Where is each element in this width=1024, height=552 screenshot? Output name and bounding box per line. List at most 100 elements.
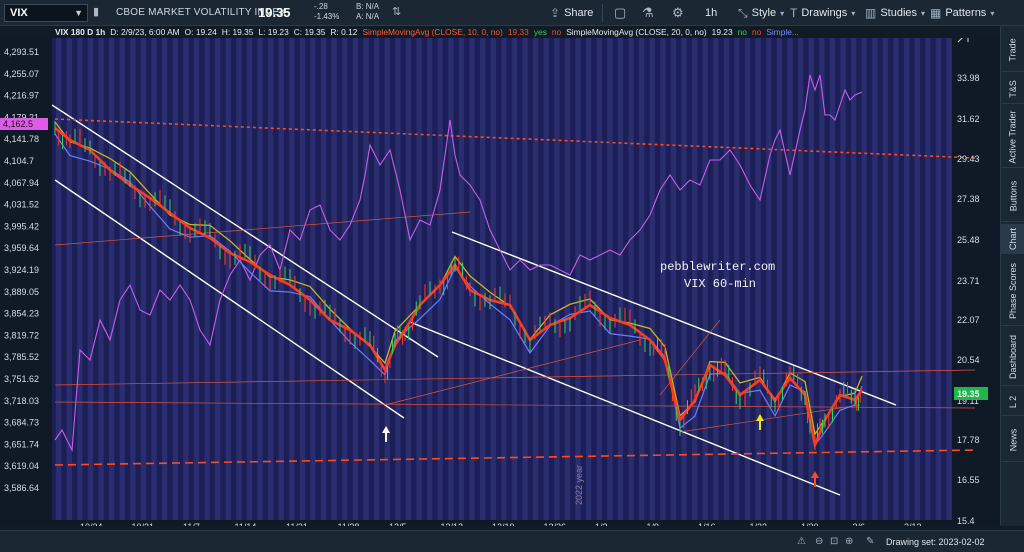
sidebar-tab-t-s[interactable]: T&S <box>1001 74 1024 104</box>
left-axis-tick: 4,031.52 <box>4 200 39 210</box>
drawing-tool-icon: T <box>790 6 798 20</box>
sidebar-tab-trade[interactable]: Trade <box>1001 28 1024 72</box>
clipboard-icon[interactable]: ▢ <box>614 5 626 21</box>
legend-sma10-value: 19.33 <box>507 27 529 37</box>
left-axis-tick: 3,586.64 <box>4 483 39 493</box>
legend-sma10-no: no <box>551 27 562 37</box>
price-chart[interactable]: pebblewriter.com VIX 60-min 2022 year 4,… <box>0 38 1000 526</box>
legend-sma10-yes: yes <box>533 27 547 37</box>
left-axis-tick: 4,141.78 <box>4 134 39 144</box>
right-axis-tick: 16.55 <box>957 475 980 485</box>
right-axis-tick: 33.98 <box>957 73 980 83</box>
chevron-down-icon: ▾ <box>780 8 785 18</box>
time-axis-tick: 1/30 <box>801 522 819 526</box>
right-axis-tick: 25.48 <box>957 235 980 245</box>
vix-price-badge-text: 19.35 <box>957 389 980 399</box>
bid-value: B: N/A <box>356 2 380 11</box>
legend-high: H: 19.35 <box>221 27 254 37</box>
drawing-set-label[interactable]: Drawing set: 2023-02-02 <box>886 537 985 547</box>
time-axis-tick: 12/5 <box>389 522 407 526</box>
sidebar-tab-phase-scores[interactable]: Phase Scores <box>1001 256 1024 326</box>
legend-low: L: 19.23 <box>258 27 289 37</box>
right-axis-tick: 23.71 <box>957 276 980 286</box>
warning-icon[interactable]: ⚠ <box>797 536 806 547</box>
legend-header: VIX 180 D 1h <box>55 27 106 37</box>
zoom-out-icon[interactable]: ⊖ <box>815 536 823 547</box>
trend-icon[interactable]: ⇅ <box>392 5 401 18</box>
legend-sma20-no2: no <box>751 27 762 37</box>
left-axis-tick: 3,651.74 <box>4 439 39 449</box>
right-axis-tick: 17.78 <box>957 435 980 445</box>
left-axis-tick: 3,959.64 <box>4 243 39 253</box>
time-axis-tick: 1/23 <box>750 522 768 526</box>
sidebar-tab-label: Phase Scores <box>1008 262 1018 319</box>
time-axis-tick: 2/6 <box>853 522 866 526</box>
time-axis-tick: 12/19 <box>492 522 515 526</box>
sidebar-tab-label: T&S <box>1007 79 1018 98</box>
legend-range: R: 0.12 <box>330 27 358 37</box>
time-axis-tick: 11/21 <box>286 522 308 526</box>
right-axis-tick: 27.38 <box>957 194 980 204</box>
legend-sma20[interactable]: SimpleMovingAvg (CLOSE, 20, 0, no) <box>566 27 706 37</box>
spx-price-badge-text: 4,162.5 <box>3 119 33 129</box>
zoom-in-icon[interactable]: ⊕ <box>845 536 853 547</box>
left-axis-tick: 3,819.72 <box>4 330 39 340</box>
time-axis-tick: 12/26 <box>544 522 567 526</box>
sidebar-tab-l-2[interactable]: L 2 <box>1001 388 1024 416</box>
timeframe-button[interactable]: 1h <box>705 4 717 22</box>
sidebar-tab-label: News <box>1007 428 1018 451</box>
gear-icon[interactable]: ⚙ <box>672 5 684 21</box>
zoom-fit-icon[interactable]: ⊡ <box>830 536 838 547</box>
time-axis-tick: 10/24 <box>80 522 103 526</box>
sidebar-tab-label: Dashboard <box>1008 334 1018 379</box>
net-change: -.28 <box>314 2 328 11</box>
bid-ask-block: B: N/A A: N/A <box>356 2 379 22</box>
right-sidebar: Trade T&S Active Trader Buttons Chart Phase S… <box>1000 26 1024 526</box>
sidebar-tab-chart[interactable]: Chart <box>1001 224 1024 254</box>
sidebar-tab-label: Trade <box>1008 37 1018 62</box>
legend-date: D: 2/9/23, 6:00 AM <box>110 27 180 37</box>
left-axis-tick: 3,684.73 <box>4 418 39 428</box>
symbol-input[interactable]: VIX ▼ <box>4 4 88 22</box>
legend-open: O: 19.24 <box>184 27 217 37</box>
drawings-button[interactable]: T Drawings ▾ <box>790 4 855 22</box>
sidebar-tab-active-trader[interactable]: Active Trader <box>1001 106 1024 168</box>
left-axis-tick: 3,995.42 <box>4 221 39 231</box>
sidebar-tab-news[interactable]: News <box>1001 418 1024 462</box>
left-axis-tick: 3,854.23 <box>4 309 39 319</box>
pencil-icon[interactable]: ✎ <box>866 536 874 547</box>
sidebar-tab-label: L 2 <box>1008 395 1018 408</box>
time-axis-tick: 1/2 <box>595 522 608 526</box>
style-button[interactable]: ⤡ Style ▾ <box>738 4 784 22</box>
right-axis-tick: 29.43 <box>957 154 980 164</box>
ask-value: A: N/A <box>356 12 380 21</box>
sidebar-tab-dashboard[interactable]: Dashboard <box>1001 328 1024 386</box>
left-axis-tick: 3,889.05 <box>4 287 39 297</box>
time-axis-tick: 1/9 <box>647 522 660 526</box>
legend-sma20-value: 19.23 <box>711 27 733 37</box>
flask-icon[interactable]: ⚗ <box>642 5 654 21</box>
left-axis-tick: 4,255.07 <box>4 69 39 79</box>
sidebar-tab-label: Buttons <box>1008 180 1018 211</box>
patterns-icon: ▦ <box>930 6 942 20</box>
bottom-status-bar: ⚠ ⊖ ⊡ ⊕ ✎ Drawing set: 2023-02-02 <box>0 530 1024 552</box>
time-axis-tick: 11/28 <box>338 522 360 526</box>
time-axis-tick: 11/7 <box>183 522 200 526</box>
pct-change: -1.43% <box>314 12 340 21</box>
time-axis-tick: 10/31 <box>132 522 155 526</box>
patterns-button[interactable]: ▦ Patterns ▾ <box>930 4 994 22</box>
chevron-down-icon[interactable]: ▼ <box>74 8 83 18</box>
studies-button[interactable]: ▥ Studies ▾ <box>865 4 925 22</box>
left-axis-tick: 3,619.04 <box>4 461 39 471</box>
sidebar-tab-buttons[interactable]: Buttons <box>1001 170 1024 222</box>
left-axis-tick: 4,104.7 <box>4 156 34 166</box>
chevron-down-icon: ▾ <box>990 8 995 18</box>
left-axis-tick: 3,751.62 <box>4 374 39 384</box>
share-button[interactable]: ⇪ Share <box>550 4 593 22</box>
left-price-axis: 4,293.514,255.074,216.974,179.214,141.78… <box>4 47 39 493</box>
annotation-title: VIX 60-min <box>684 277 756 291</box>
legend-sma10[interactable]: SimpleMovingAvg (CLOSE, 10, 0, no) <box>362 27 502 37</box>
link-icon[interactable]: ▮ <box>93 5 99 18</box>
chevron-down-icon: ▾ <box>921 8 926 18</box>
legend-more[interactable]: Simple... <box>766 27 799 37</box>
